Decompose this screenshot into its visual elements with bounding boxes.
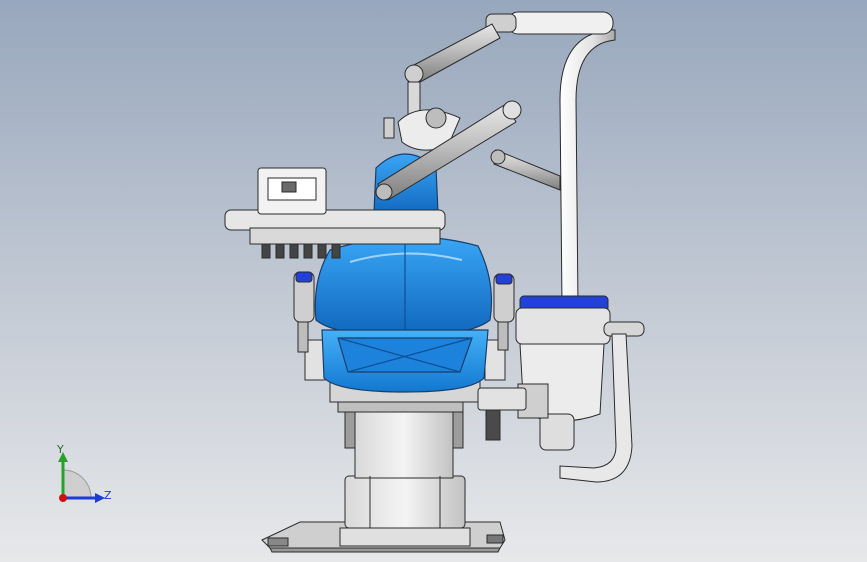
spittoon-unit (515, 295, 645, 483)
light-arm-upper (404, 23, 501, 121)
right-armrest (493, 273, 515, 351)
chair-backrest (314, 236, 493, 337)
light-side-rod (490, 149, 561, 191)
dental-chair-model[interactable] (0, 0, 867, 562)
z-axis-label: Z (104, 489, 112, 502)
y-axis-label: Y (57, 443, 64, 456)
3d-viewport[interactable]: Y Z (0, 0, 867, 562)
chair-pedestal (337, 397, 466, 529)
chair-seat-cushion (321, 329, 489, 393)
origin-marker (59, 494, 67, 502)
